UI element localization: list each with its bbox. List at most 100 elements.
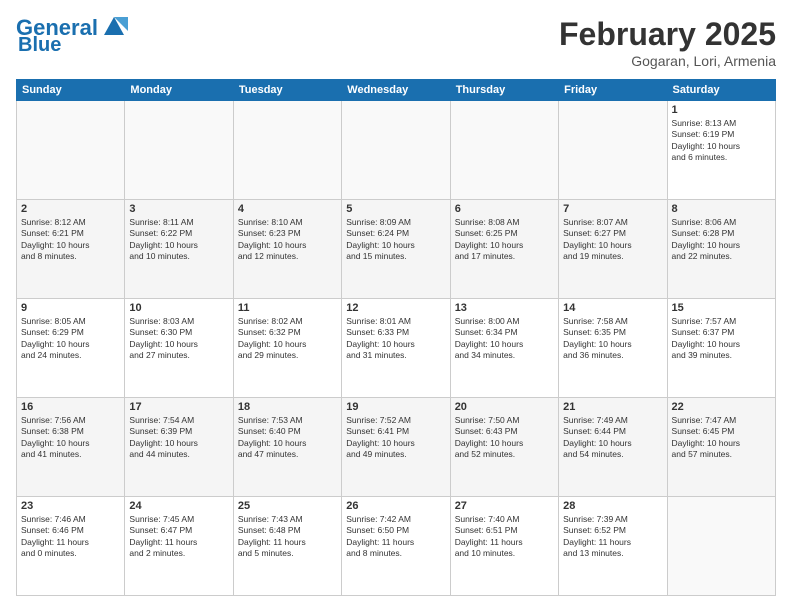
table-row: 17 Sunrise: 7:54 AM Sunset: 6:39 PM Dayli… — [125, 398, 233, 497]
table-row: 1Sunrise: 8:13 AM Sunset: 6:19 PM Daylig… — [667, 101, 775, 200]
table-row: 6 Sunrise: 8:08 AM Sunset: 6:25 PM Daylig… — [450, 200, 558, 299]
table-row: 10 Sunrise: 8:03 AM Sunset: 6:30 PM Dayli… — [125, 299, 233, 398]
calendar-subtitle: Gogaran, Lori, Armenia — [559, 53, 776, 69]
table-row — [450, 101, 558, 200]
cell-info: Sunrise: 8:05 AM Sunset: 6:29 PM Dayligh… — [21, 316, 120, 362]
day-number: 24 — [129, 500, 228, 512]
cell-info: Sunrise: 7:49 AM Sunset: 6:44 PM Dayligh… — [563, 415, 662, 461]
table-row: 9Sunrise: 8:05 AM Sunset: 6:29 PM Daylig… — [17, 299, 125, 398]
day-number: 12 — [346, 302, 445, 314]
cell-info: Sunrise: 7:54 AM Sunset: 6:39 PM Dayligh… — [129, 415, 228, 461]
day-number: 18 — [238, 401, 337, 413]
day-number: 19 — [346, 401, 445, 413]
day-number: 11 — [238, 302, 337, 314]
cell-info: Sunrise: 7:58 AM Sunset: 6:35 PM Dayligh… — [563, 316, 662, 362]
table-row: 2 Sunrise: 8:12 AM Sunset: 6:21 PM Daylig… — [17, 200, 125, 299]
table-row — [17, 101, 125, 200]
cell-info: Sunrise: 8:01 AM Sunset: 6:33 PM Dayligh… — [346, 316, 445, 362]
table-row: 12 Sunrise: 8:01 AM Sunset: 6:33 PM Dayli… — [342, 299, 450, 398]
table-row: 21 Sunrise: 7:49 AM Sunset: 6:44 PM Dayli… — [559, 398, 667, 497]
day-number: 17 — [129, 401, 228, 413]
cell-info: Sunrise: 8:06 AM Sunset: 6:28 PM Dayligh… — [672, 217, 771, 263]
cell-info: Sunrise: 7:53 AM Sunset: 6:40 PM Dayligh… — [238, 415, 337, 461]
day-number: 10 — [129, 302, 228, 314]
cell-info: Sunrise: 8:10 AM Sunset: 6:23 PM Dayligh… — [238, 217, 337, 263]
table-row: 28 Sunrise: 7:39 AM Sunset: 6:52 PM Dayli… — [559, 497, 667, 596]
week-row-3: 16 Sunrise: 7:56 AM Sunset: 6:38 PM Dayli… — [17, 398, 776, 497]
day-number: 2 — [21, 203, 120, 215]
cell-info: Sunrise: 7:50 AM Sunset: 6:43 PM Dayligh… — [455, 415, 554, 461]
cell-info: Sunrise: 7:39 AM Sunset: 6:52 PM Dayligh… — [563, 514, 662, 560]
cell-info: Sunrise: 8:13 AM Sunset: 6:19 PM Dayligh… — [672, 118, 771, 164]
logo-icon — [100, 13, 128, 39]
day-number: 14 — [563, 302, 662, 314]
day-number: 20 — [455, 401, 554, 413]
week-row-0: 1Sunrise: 8:13 AM Sunset: 6:19 PM Daylig… — [17, 101, 776, 200]
day-number: 13 — [455, 302, 554, 314]
cell-info: Sunrise: 7:43 AM Sunset: 6:48 PM Dayligh… — [238, 514, 337, 560]
header: General Blue February 2025 Gogaran, Lori… — [16, 16, 776, 69]
cell-info: Sunrise: 8:08 AM Sunset: 6:25 PM Dayligh… — [455, 217, 554, 263]
day-number: 27 — [455, 500, 554, 512]
table-row — [667, 497, 775, 596]
logo-blue-text: Blue — [16, 34, 61, 56]
table-row: 25 Sunrise: 7:43 AM Sunset: 6:48 PM Dayli… — [233, 497, 341, 596]
week-row-1: 2 Sunrise: 8:12 AM Sunset: 6:21 PM Daylig… — [17, 200, 776, 299]
col-tuesday: Tuesday — [233, 80, 341, 101]
calendar-table: Sunday Monday Tuesday Wednesday Thursday… — [16, 79, 776, 596]
table-row — [342, 101, 450, 200]
col-wednesday: Wednesday — [342, 80, 450, 101]
week-row-2: 9Sunrise: 8:05 AM Sunset: 6:29 PM Daylig… — [17, 299, 776, 398]
table-row: 20 Sunrise: 7:50 AM Sunset: 6:43 PM Dayli… — [450, 398, 558, 497]
table-row — [233, 101, 341, 200]
table-row: 24 Sunrise: 7:45 AM Sunset: 6:47 PM Dayli… — [125, 497, 233, 596]
table-row: 18 Sunrise: 7:53 AM Sunset: 6:40 PM Dayli… — [233, 398, 341, 497]
table-row: 11Sunrise: 8:02 AM Sunset: 6:32 PM Dayli… — [233, 299, 341, 398]
day-number: 22 — [672, 401, 771, 413]
cell-info: Sunrise: 8:09 AM Sunset: 6:24 PM Dayligh… — [346, 217, 445, 263]
day-number: 6 — [455, 203, 554, 215]
cell-info: Sunrise: 8:03 AM Sunset: 6:30 PM Dayligh… — [129, 316, 228, 362]
day-number: 23 — [21, 500, 120, 512]
col-monday: Monday — [125, 80, 233, 101]
table-row: 26Sunrise: 7:42 AM Sunset: 6:50 PM Dayli… — [342, 497, 450, 596]
day-number: 7 — [563, 203, 662, 215]
table-row: 23 Sunrise: 7:46 AM Sunset: 6:46 PM Dayli… — [17, 497, 125, 596]
table-row — [125, 101, 233, 200]
page: General Blue February 2025 Gogaran, Lori… — [0, 0, 792, 612]
cell-info: Sunrise: 7:46 AM Sunset: 6:46 PM Dayligh… — [21, 514, 120, 560]
logo: General Blue — [16, 16, 128, 56]
cell-info: Sunrise: 7:56 AM Sunset: 6:38 PM Dayligh… — [21, 415, 120, 461]
table-row — [559, 101, 667, 200]
day-number: 28 — [563, 500, 662, 512]
cell-info: Sunrise: 8:11 AM Sunset: 6:22 PM Dayligh… — [129, 217, 228, 263]
col-saturday: Saturday — [667, 80, 775, 101]
cell-info: Sunrise: 8:12 AM Sunset: 6:21 PM Dayligh… — [21, 217, 120, 263]
day-number: 21 — [563, 401, 662, 413]
day-number: 26 — [346, 500, 445, 512]
table-row: 3 Sunrise: 8:11 AM Sunset: 6:22 PM Daylig… — [125, 200, 233, 299]
table-row: 7 Sunrise: 8:07 AM Sunset: 6:27 PM Daylig… — [559, 200, 667, 299]
cell-info: Sunrise: 8:00 AM Sunset: 6:34 PM Dayligh… — [455, 316, 554, 362]
calendar-title: February 2025 — [559, 16, 776, 53]
week-row-4: 23 Sunrise: 7:46 AM Sunset: 6:46 PM Dayli… — [17, 497, 776, 596]
day-number: 8 — [672, 203, 771, 215]
header-row: Sunday Monday Tuesday Wednesday Thursday… — [17, 80, 776, 101]
col-friday: Friday — [559, 80, 667, 101]
day-number: 4 — [238, 203, 337, 215]
cell-info: Sunrise: 7:40 AM Sunset: 6:51 PM Dayligh… — [455, 514, 554, 560]
table-row: 5 Sunrise: 8:09 AM Sunset: 6:24 PM Daylig… — [342, 200, 450, 299]
cell-info: Sunrise: 7:45 AM Sunset: 6:47 PM Dayligh… — [129, 514, 228, 560]
col-thursday: Thursday — [450, 80, 558, 101]
day-number: 16 — [21, 401, 120, 413]
day-number: 15 — [672, 302, 771, 314]
table-row: 4 Sunrise: 8:10 AM Sunset: 6:23 PM Daylig… — [233, 200, 341, 299]
day-number: 3 — [129, 203, 228, 215]
cell-info: Sunrise: 8:07 AM Sunset: 6:27 PM Dayligh… — [563, 217, 662, 263]
cell-info: Sunrise: 7:57 AM Sunset: 6:37 PM Dayligh… — [672, 316, 771, 362]
cell-info: Sunrise: 7:52 AM Sunset: 6:41 PM Dayligh… — [346, 415, 445, 461]
table-row: 22Sunrise: 7:47 AM Sunset: 6:45 PM Dayli… — [667, 398, 775, 497]
day-number: 25 — [238, 500, 337, 512]
day-number: 5 — [346, 203, 445, 215]
table-row: 8 Sunrise: 8:06 AM Sunset: 6:28 PM Daylig… — [667, 200, 775, 299]
